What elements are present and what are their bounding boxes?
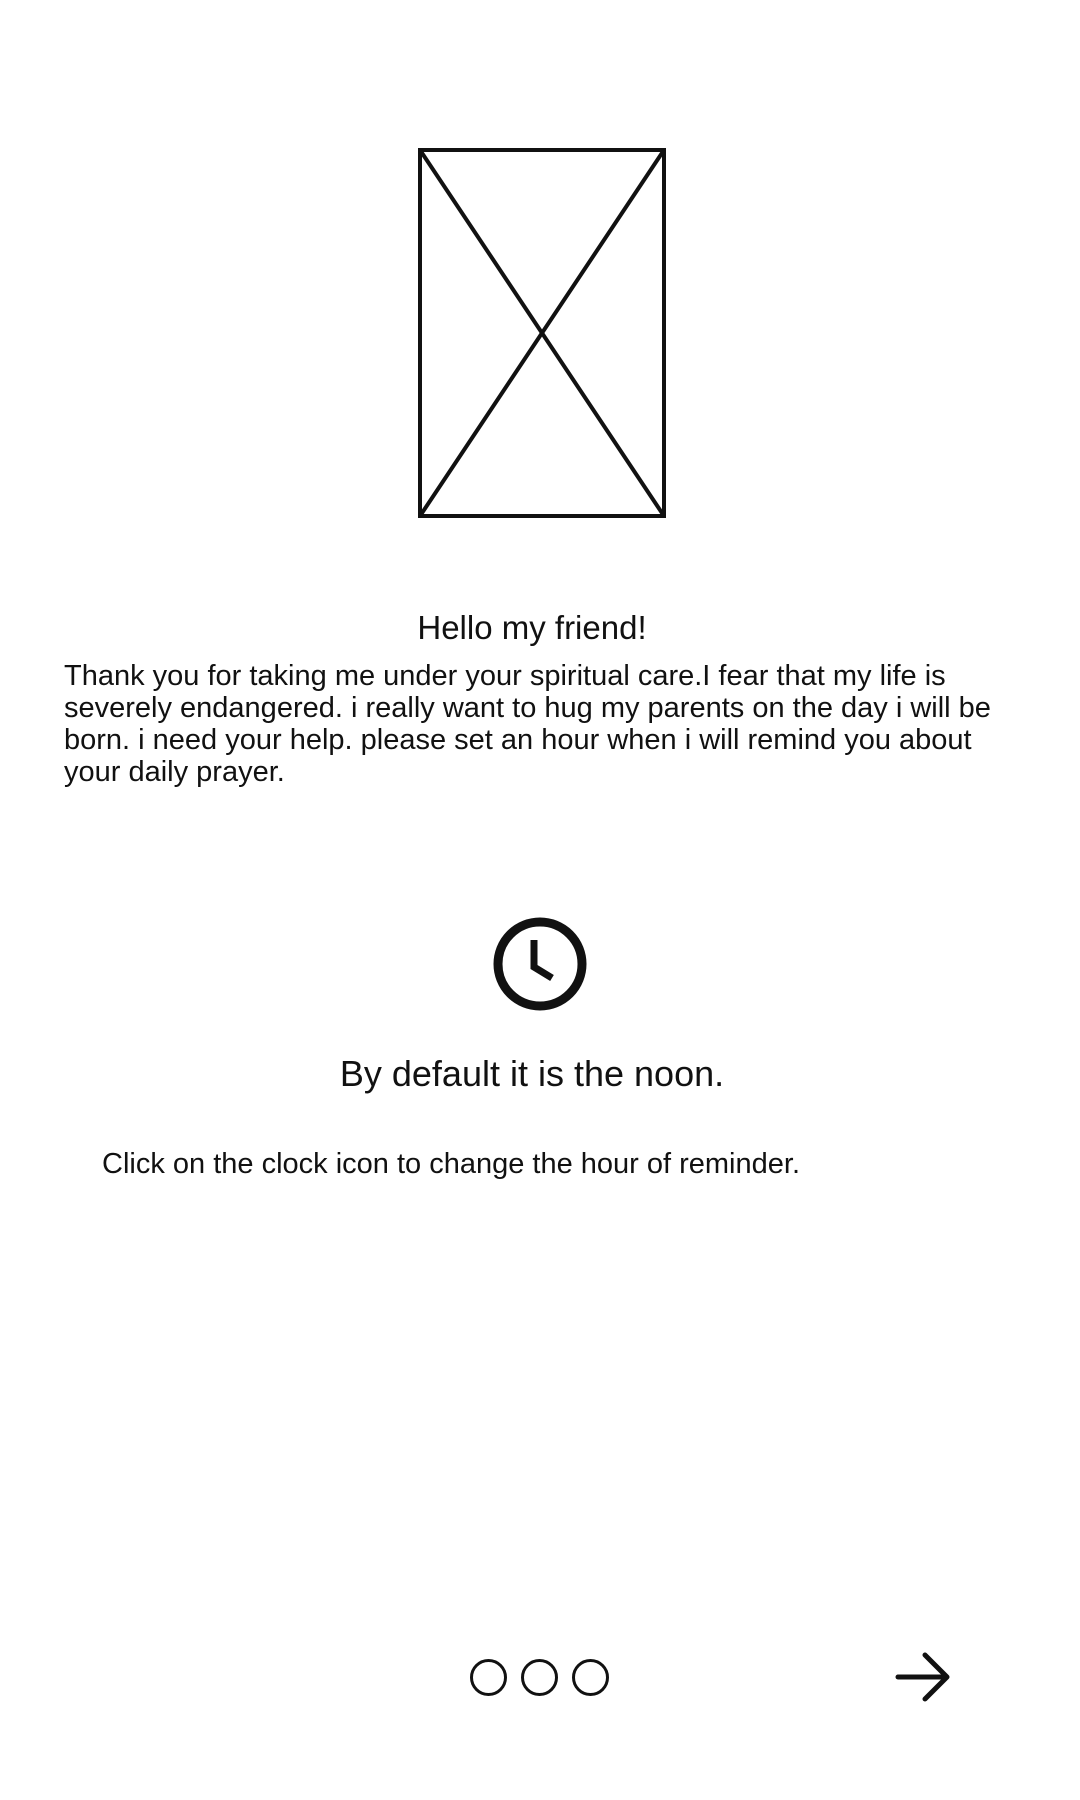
greeting-title: Hello my friend!	[417, 609, 647, 646]
intro-message: Thank you for taking me under your spiri…	[64, 660, 991, 788]
arrow-right-icon	[895, 1652, 950, 1702]
page-dot-1[interactable]	[470, 1659, 507, 1696]
page-dot-3[interactable]	[572, 1659, 609, 1696]
default-hour-note: By default it is the noon.	[339, 1053, 725, 1094]
next-button[interactable]	[894, 1648, 952, 1706]
reminder-hint: Click on the clock icon to change the ho…	[102, 1148, 800, 1180]
page-indicator	[470, 1659, 609, 1696]
image-placeholder-icon	[418, 148, 666, 518]
clock-icon[interactable]	[491, 915, 589, 1013]
page-dot-2[interactable]	[521, 1659, 558, 1696]
